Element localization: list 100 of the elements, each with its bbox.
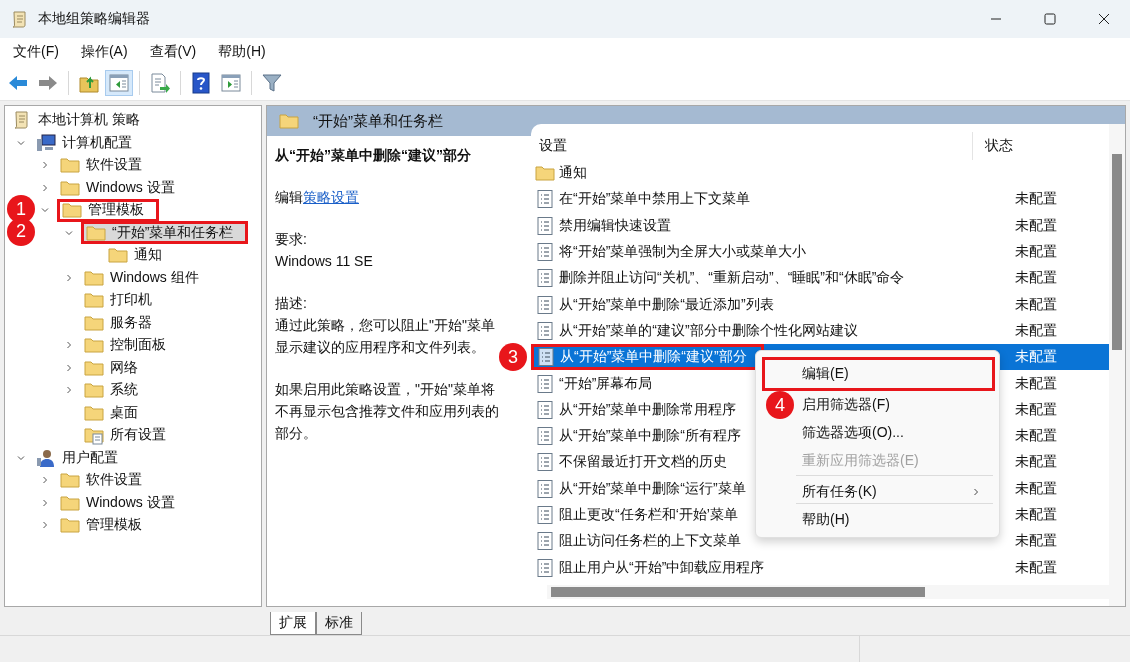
chevron-icon[interactable] [64, 340, 74, 351]
list-row[interactable]: 删除并阻止访问“关机”、“重新启动”、“睡眠”和“休眠”命令 [531, 265, 909, 292]
context-menu-item[interactable]: 编辑(E) [762, 357, 995, 391]
setting-state: 未配置 [1009, 344, 1109, 371]
list-row[interactable]: 从“开始”菜单中删除“所有程序 [531, 422, 745, 450]
tree-item[interactable]: 用户配置 [33, 447, 121, 469]
chevron-icon [971, 486, 981, 497]
setting-state: 未配置 [1014, 452, 1058, 472]
setting-state: 未配置 [1014, 373, 1058, 393]
tree-item[interactable]: 软件设置 [57, 154, 145, 176]
window-title: 本地组策略编辑器 [38, 10, 150, 28]
setting-state: 未配置 [1014, 531, 1058, 551]
folder-icon [84, 335, 104, 356]
list-row[interactable]: 从“开始”菜单中删除“最近添加”列表 [531, 291, 778, 318]
vertical-scrollbar[interactable] [1109, 124, 1125, 606]
description-label: 描述: [275, 294, 308, 313]
list-row[interactable]: “开始”屏幕布局 [531, 370, 657, 397]
setting-state: 未配置 [1014, 557, 1058, 577]
view-tab[interactable]: 扩展 [270, 612, 316, 635]
computer-icon [36, 132, 56, 153]
list-row[interactable]: 从“开始”菜单中删除“建议”部分 [531, 344, 764, 371]
tree-item[interactable]: 管理模板 [57, 198, 159, 222]
edit-label: 编辑 [275, 189, 303, 205]
list-row[interactable]: 禁用编辑快速设置 [531, 212, 675, 239]
menu-item[interactable]: 查看(V) [142, 41, 204, 63]
tree-item[interactable]: Windows 设置 [57, 177, 178, 199]
chevron-icon[interactable] [40, 497, 50, 508]
list-row[interactable]: 阻止访问任务栏的上下文菜单 [531, 528, 745, 555]
document-icon [535, 294, 555, 315]
folder-icon [279, 111, 299, 131]
tree-item[interactable]: Windows 设置 [57, 492, 178, 514]
list-row[interactable]: 阻止用户从“开始”中卸载应用程序 [531, 554, 769, 581]
column-header[interactable]: 设置 [531, 132, 973, 160]
setting-state: 未配置 [1014, 426, 1058, 446]
tree-item[interactable]: 通知 [105, 244, 165, 266]
view-tab[interactable]: 标准 [316, 612, 362, 635]
list-row[interactable]: 阻止更改“任务栏和‘开始’菜单 [531, 501, 742, 529]
chevron-icon[interactable] [40, 475, 50, 486]
list-row[interactable]: 不保留最近打开文档的历史 [531, 449, 731, 476]
list-row[interactable]: 将“开始”菜单强制为全屏大小或菜单大小 [531, 238, 811, 266]
tree-item[interactable]: “开始”菜单和任务栏 [81, 221, 249, 245]
document-icon [535, 452, 555, 473]
list-row[interactable]: 从“开始”菜单中删除常用程序 [531, 396, 741, 423]
setting-state: 未配置 [1014, 505, 1058, 524]
document-icon [535, 189, 555, 210]
folder-icon [62, 200, 82, 221]
list-row[interactable]: 从“开始”菜单的“建议”部分中删除个性化网站建议 [531, 317, 862, 345]
tree-item[interactable]: Windows 组件 [81, 267, 202, 289]
setting-state: 未配置 [1014, 189, 1058, 209]
policy-settings-link[interactable]: 策略设置 [303, 189, 359, 205]
folder-icon [60, 515, 80, 536]
export-icon [149, 72, 171, 94]
setting-state: 未配置 [1014, 294, 1058, 314]
chevron-icon[interactable] [40, 160, 50, 171]
document-icon [535, 215, 555, 236]
menu-item[interactable]: 文件(F) [6, 41, 66, 63]
tree-item[interactable]: 控制面板 [81, 334, 169, 356]
chevron-icon[interactable] [64, 385, 74, 396]
tree-item[interactable]: 管理模板 [57, 514, 145, 536]
setting-state: 未配置 [1014, 268, 1058, 288]
requirements-label: 要求: [275, 230, 308, 249]
pane-title: “开始”菜单和任务栏 [313, 111, 443, 131]
menu-item[interactable]: 操作(A) [73, 41, 135, 63]
chevron-icon[interactable] [64, 272, 74, 283]
list-row[interactable]: 通知 [531, 160, 591, 187]
context-menu-item[interactable]: 启用筛选器(F) [796, 391, 993, 419]
document-icon [535, 557, 555, 578]
chevron-icon[interactable] [64, 362, 74, 373]
context-menu-item[interactable]: 帮助(H) [796, 503, 993, 531]
chevron-icon[interactable] [40, 520, 50, 531]
context-menu-item[interactable]: 所有任务(K) [796, 475, 993, 503]
context-menu-item[interactable]: 筛选器选项(O)... [796, 419, 993, 447]
tree-item[interactable]: 系统 [81, 379, 141, 401]
tree-item[interactable]: 软件设置 [57, 469, 145, 491]
folder-icon [535, 163, 555, 184]
setting-state: 未配置 [1014, 215, 1058, 235]
description-text: 通过此策略，您可以阻止"开始"菜单显示建议的应用程序和文件列表。 [275, 316, 496, 357]
column-header[interactable]: 状态 [973, 137, 1109, 155]
close-icon[interactable] [1098, 13, 1110, 25]
list-row[interactable]: 在“开始”菜单中禁用上下文菜单 [531, 186, 755, 213]
tree-item[interactable]: 打印机 [81, 289, 155, 311]
tree-item[interactable]: 计算机配置 [33, 132, 135, 154]
show-tree-button[interactable] [105, 70, 133, 96]
document-icon [536, 347, 556, 368]
folder-icon [84, 290, 104, 311]
tree-item[interactable]: 服务器 [81, 312, 155, 334]
tree-item[interactable]: 本地计算机 策略 [9, 109, 143, 131]
list-row[interactable]: 从“开始”菜单中删除“运行”菜单 [531, 475, 750, 502]
horizontal-scrollbar[interactable] [547, 584, 1109, 599]
chevron-icon[interactable] [40, 182, 50, 193]
setting-state: 未配置 [1014, 399, 1058, 419]
menu-item[interactable]: 帮助(H) [211, 41, 273, 63]
tree-item[interactable]: 网络 [81, 357, 141, 379]
folder-icon [84, 380, 104, 401]
tree-item[interactable]: 所有设置 [81, 424, 169, 446]
tree-item[interactable]: 桌面 [81, 402, 141, 424]
step-badge: 3 [499, 343, 527, 372]
document-icon [535, 399, 555, 420]
maximize-icon[interactable] [1044, 13, 1056, 25]
document-icon [535, 242, 555, 263]
